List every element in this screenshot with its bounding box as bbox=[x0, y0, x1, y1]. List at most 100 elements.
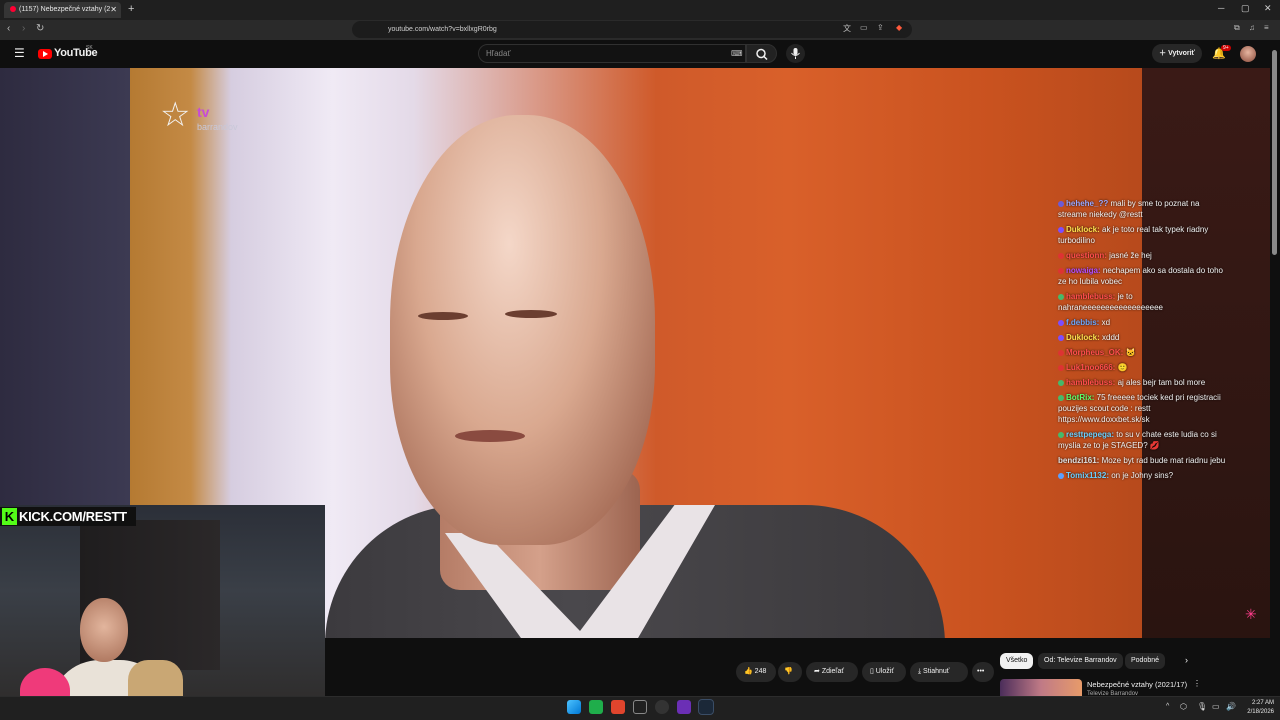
share-page-icon[interactable]: ⇪ bbox=[877, 23, 884, 32]
recommendation-title[interactable]: Nebezpečné vztahy (2021/17) bbox=[1087, 680, 1187, 689]
menu-dots-icon[interactable]: ≡ bbox=[1264, 23, 1269, 32]
browser-tabstrip bbox=[0, 0, 1280, 20]
chip-from-channel[interactable]: Od: Televize Barrandov bbox=[1038, 653, 1123, 669]
chat-message: Tomix1132: on je Johny sins? bbox=[1058, 470, 1228, 481]
chat-username: Luk1noo666: bbox=[1066, 363, 1116, 372]
chat-message: f.debbis: xd bbox=[1058, 317, 1228, 328]
chat-message: hehehe_?? mali by sme to poznat na strea… bbox=[1058, 198, 1228, 220]
search-input[interactable]: Hľadať bbox=[478, 44, 746, 63]
region-code: SK bbox=[86, 45, 93, 51]
chat-message: Morpheus_OK: 🐱 bbox=[1058, 347, 1228, 358]
chip-related[interactable]: Podobné bbox=[1125, 653, 1166, 669]
close-window-button[interactable]: ✕ bbox=[1264, 3, 1272, 14]
back-icon[interactable]: ‹ bbox=[7, 23, 10, 34]
chat-badge-icon bbox=[1058, 364, 1064, 371]
browser-tab[interactable]: (1157) Nebezpečné vztahy (2 ✕ bbox=[4, 2, 121, 18]
chat-message: Duklock: xddd bbox=[1058, 332, 1228, 343]
like-button[interactable]: 👍 248 bbox=[736, 662, 776, 682]
tray-app-icon[interactable]: ⬡ bbox=[1180, 702, 1187, 711]
video-person-eye bbox=[505, 310, 557, 318]
kick-banner-text: KICK.COM/RESTT bbox=[19, 509, 127, 524]
save-button[interactable]: ▯ Uložiť bbox=[862, 662, 906, 682]
app-purple-icon[interactable] bbox=[677, 700, 691, 714]
windows-start-icon[interactable] bbox=[567, 700, 581, 714]
chat-username: resttpepega: bbox=[1066, 430, 1115, 439]
create-label: Vytvoriť bbox=[1168, 50, 1195, 57]
download-label: Stiahnuť bbox=[923, 668, 950, 675]
channel-logo-tv: tv bbox=[197, 104, 210, 120]
extensions-icon[interactable]: ⧉ bbox=[1234, 23, 1240, 33]
recommendation-thumbnail[interactable] bbox=[1000, 679, 1082, 696]
taskbar-date[interactable]: 2/18/2026 bbox=[1240, 709, 1274, 715]
chat-username: Morpheus_OK: bbox=[1066, 348, 1124, 357]
chat-badge-icon bbox=[1058, 319, 1064, 326]
create-button[interactable]: ＋ Vytvoriť bbox=[1152, 44, 1202, 63]
scrollbar-thumb[interactable] bbox=[1272, 50, 1277, 255]
minimize-button[interactable]: ─ bbox=[1218, 3, 1224, 13]
tab-title: (1157) Nebezpečné vztahy (2 bbox=[19, 6, 111, 13]
chip-all[interactable]: Všetko bbox=[1000, 653, 1034, 669]
chat-badge-icon bbox=[1058, 394, 1064, 401]
chat-message: hamblebuss: aj ales bejr tam bol more bbox=[1058, 377, 1228, 388]
account-avatar[interactable] bbox=[1240, 46, 1256, 62]
youtube-tab-icon bbox=[10, 6, 16, 13]
video-person-head bbox=[390, 115, 655, 545]
hamburger-menu-icon[interactable]: ☰ bbox=[14, 46, 25, 60]
app-window-icon[interactable] bbox=[633, 700, 647, 714]
media-icon[interactable]: ♫ bbox=[1249, 23, 1255, 32]
recommendation-menu-icon[interactable]: ⋮ bbox=[1193, 679, 1201, 688]
chat-badge-icon bbox=[1058, 349, 1064, 356]
chat-text: xd bbox=[1099, 318, 1111, 327]
cast-icon[interactable]: ▭ bbox=[860, 23, 868, 32]
chat-text: 🙂 bbox=[1115, 363, 1128, 372]
chat-username: Duklock: bbox=[1066, 333, 1100, 342]
kick-watermark-icon: ✳ bbox=[1245, 606, 1257, 622]
channel-logo-name: barrandov bbox=[197, 122, 238, 132]
keyboard-icon[interactable]: ⌨ bbox=[731, 49, 743, 58]
new-tab-button[interactable]: + bbox=[128, 3, 134, 15]
close-tab-icon[interactable]: ✕ bbox=[110, 2, 117, 18]
volume-icon[interactable]: 🔊 bbox=[1226, 702, 1236, 711]
video-person-eye bbox=[418, 312, 468, 320]
taskbar-time[interactable]: 2:27 AM bbox=[1244, 700, 1274, 706]
extension-icon[interactable]: ◆ bbox=[896, 23, 902, 32]
chat-username: hehehe_?? bbox=[1066, 199, 1111, 208]
notifications-badge: 9+ bbox=[1221, 45, 1231, 51]
plus-icon: ＋ bbox=[1159, 50, 1169, 57]
thumbs-down-icon: 👎 bbox=[784, 668, 793, 675]
chat-message: hamblebuss: je to nahraneeeeeeeeeeeeeeee… bbox=[1058, 291, 1228, 313]
share-label: Zdieľať bbox=[821, 668, 844, 675]
chat-username: nowaiga: bbox=[1066, 266, 1101, 275]
chat-username: bendzi161: bbox=[1058, 456, 1100, 465]
chat-message: BotRix: 75 freeeee tociek ked pri regist… bbox=[1058, 392, 1228, 425]
tray-chevron-icon[interactable]: ^ bbox=[1166, 703, 1169, 710]
share-icon: ➦ bbox=[814, 668, 822, 675]
address-bar[interactable]: youtube.com/watch?v=bxllxgR0rbg bbox=[352, 21, 912, 38]
maximize-button[interactable]: ▢ bbox=[1241, 3, 1250, 14]
search-icon bbox=[756, 48, 768, 61]
download-button[interactable]: ⤓ Stiahnuť bbox=[910, 662, 968, 682]
browser-app-icon[interactable] bbox=[611, 700, 625, 714]
share-button[interactable]: ➦ Zdieľať bbox=[806, 662, 858, 682]
translate-icon[interactable]: 文 bbox=[843, 23, 851, 34]
search-button[interactable] bbox=[746, 44, 777, 63]
chevron-right-icon[interactable]: › bbox=[1185, 655, 1188, 665]
tray-mic-icon[interactable]: 🎙 bbox=[1197, 702, 1207, 711]
chat-username: Duklock: bbox=[1066, 225, 1100, 234]
dislike-button[interactable]: 👎 bbox=[778, 662, 802, 682]
chat-message: Luk1noo666: 🙂 bbox=[1058, 362, 1228, 373]
chat-text: 🐱 bbox=[1123, 348, 1136, 357]
chat-badge-icon bbox=[1058, 472, 1064, 479]
app-green-icon[interactable] bbox=[589, 700, 603, 714]
reload-icon[interactable]: ↻ bbox=[36, 23, 44, 34]
app-circle-icon[interactable] bbox=[655, 700, 669, 714]
network-icon[interactable]: ▭ bbox=[1212, 702, 1220, 711]
steam-icon[interactable] bbox=[698, 699, 714, 715]
thumbs-up-icon: 👍 bbox=[744, 668, 755, 675]
chat-text: aj ales bejr tam bol more bbox=[1115, 378, 1206, 387]
more-actions-button[interactable]: ••• bbox=[972, 662, 994, 682]
chat-message: bendzi161: Moze byt rad bude mat riadnu … bbox=[1058, 455, 1228, 466]
forward-icon[interactable]: › bbox=[22, 23, 25, 34]
voice-search-button[interactable] bbox=[786, 44, 805, 63]
youtube-logo-icon[interactable] bbox=[38, 49, 52, 59]
